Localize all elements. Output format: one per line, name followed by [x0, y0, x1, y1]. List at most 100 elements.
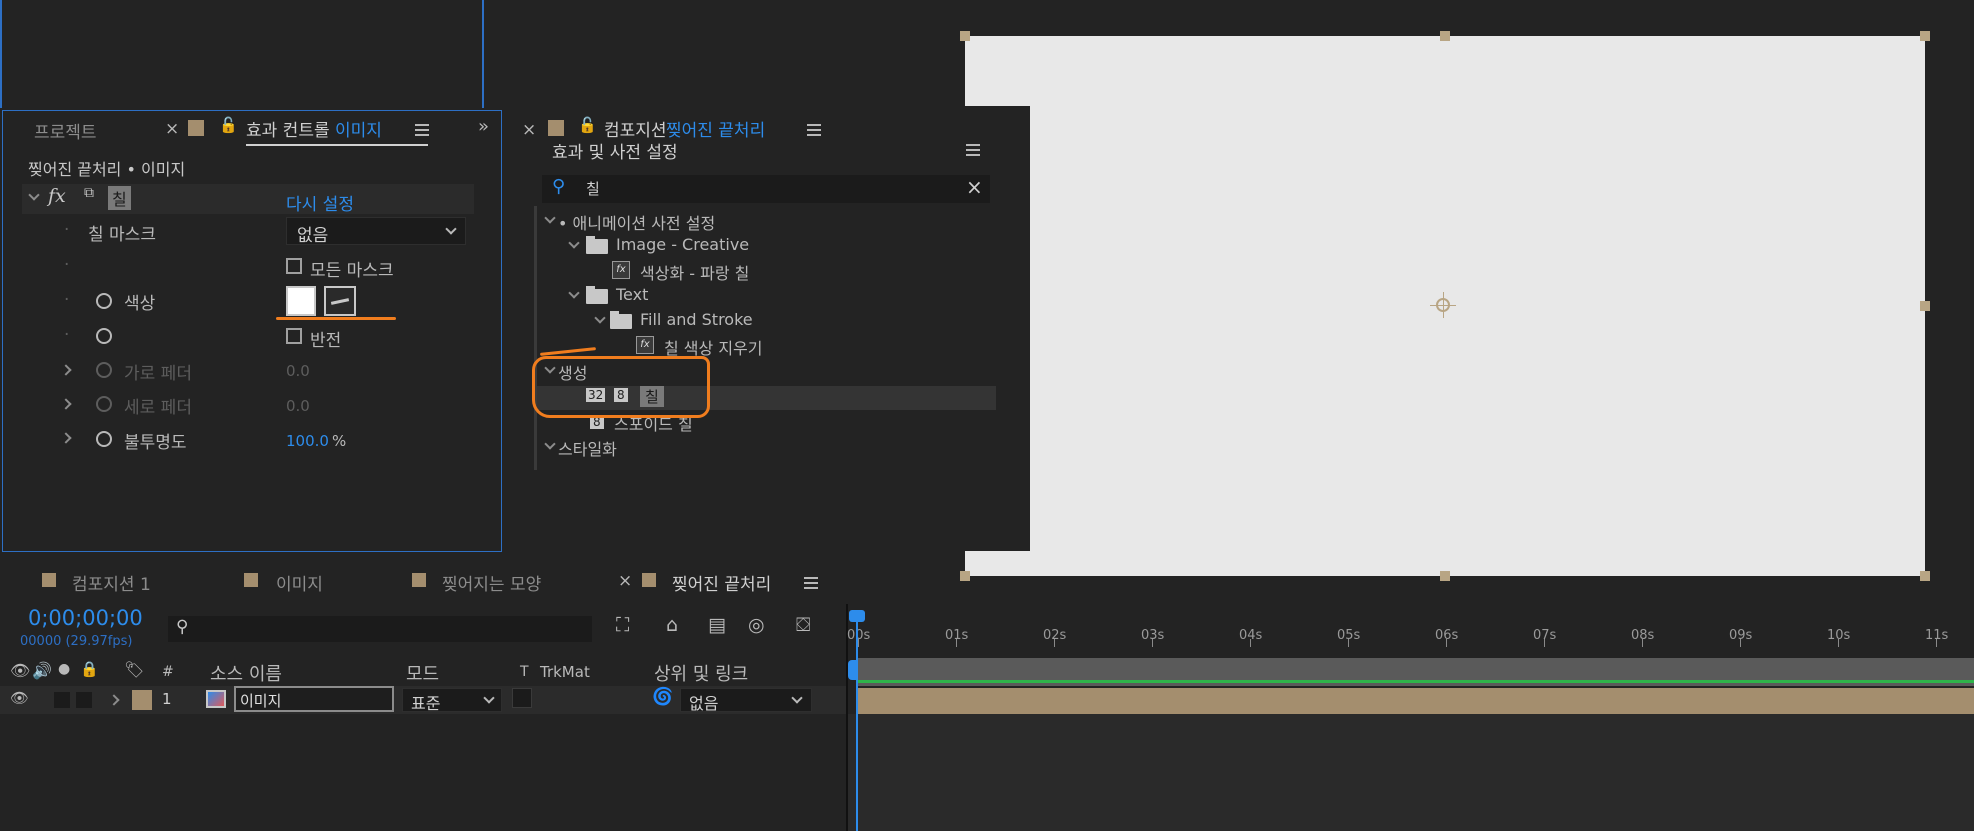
search-icon[interactable]: ⚲: [176, 617, 188, 637]
label-tag-icon[interactable]: 🏷: [124, 660, 144, 679]
work-area-start-handle[interactable]: [848, 660, 856, 680]
audio-toggle-box[interactable]: [54, 692, 70, 708]
expand-icon[interactable]: [544, 438, 556, 450]
timeline-empty-area[interactable]: [848, 714, 1974, 831]
audio-icon[interactable]: 🔊: [32, 661, 52, 680]
all-masks-checkbox[interactable]: [286, 258, 302, 274]
effects-scrollbar[interactable]: [534, 206, 537, 470]
tree-item-colorize-blue-fill[interactable]: 색상화 - 파랑 칠: [640, 260, 749, 284]
panel-expand-icon[interactable]: »: [478, 116, 489, 137]
effect-name: 칠: [108, 186, 131, 210]
time-ruler[interactable]: [856, 622, 1974, 658]
layer-duration-bar[interactable]: [856, 688, 1974, 714]
layer-search-input[interactable]: ⚲: [168, 616, 592, 642]
expand-icon[interactable]: [544, 212, 556, 224]
lock-icon[interactable]: 🔓: [578, 116, 597, 134]
tree-item-image-creative[interactable]: Image - Creative: [616, 235, 749, 254]
stopwatch-icon: [96, 362, 112, 378]
effects-menu-icon[interactable]: [966, 144, 980, 156]
comp-flowchart-icon[interactable]: ⛶: [616, 614, 629, 636]
row-bullet: ·: [64, 290, 70, 310]
eyedropper-icon[interactable]: [324, 286, 356, 316]
layer-mode-value: 표준: [411, 694, 441, 713]
fill-mask-value: 없음: [297, 226, 329, 246]
transform-handle-bm[interactable]: [1440, 571, 1450, 581]
expand-icon[interactable]: [594, 312, 606, 324]
invert-checkbox[interactable]: [286, 328, 302, 344]
tree-item-stylize[interactable]: 스타일화: [558, 436, 617, 460]
fill-mask-dropdown[interactable]: 없음: [286, 217, 466, 246]
opacity-value[interactable]: 100.0: [286, 432, 329, 450]
layer-name-field[interactable]: 이미지: [234, 686, 394, 712]
timeline-menu-icon[interactable]: [804, 577, 818, 589]
row-bullet: ·: [64, 325, 70, 345]
close-icon[interactable]: ×: [618, 571, 632, 591]
frame-blending-icon[interactable]: ▤: [708, 614, 726, 636]
transform-handle-bl[interactable]: [960, 571, 970, 581]
reset-link[interactable]: 다시 설정: [286, 190, 354, 215]
transform-handle-mr[interactable]: [1920, 301, 1930, 311]
close-icon[interactable]: ×: [165, 119, 179, 139]
invert-label: 반전: [310, 331, 342, 351]
color-swatch[interactable]: [286, 286, 316, 316]
tab-project[interactable]: 프로젝트: [34, 118, 97, 143]
layer-label-color[interactable]: [132, 690, 152, 710]
expand-icon[interactable]: [568, 287, 580, 299]
tab-tearing-shape[interactable]: 찢어지는 모양: [442, 570, 541, 595]
lock-column-icon[interactable]: 🔒: [80, 660, 99, 678]
stopwatch-icon[interactable]: [96, 293, 112, 309]
pickwhip-icon[interactable]: 🌀: [652, 687, 673, 707]
search-value: 칠: [586, 180, 600, 198]
tab-composition-1[interactable]: 컴포지션 1: [72, 570, 151, 595]
tree-item-animation-presets[interactable]: • 애니메이션 사전 설정: [558, 210, 715, 234]
transform-handle-tm[interactable]: [1440, 31, 1450, 41]
effects-search-input[interactable]: ⚲ 칠 ×: [542, 175, 990, 203]
row-bullet: ·: [64, 255, 70, 275]
frame-info: 00000 (29.97fps): [20, 634, 133, 649]
fill-mask-label: 칠 마스크: [88, 225, 156, 245]
parent-dropdown[interactable]: 없음: [680, 688, 812, 713]
solo-icon[interactable]: ●: [58, 661, 70, 677]
draft-3d-icon[interactable]: ⌂: [666, 614, 678, 636]
tab-composition-name: 찢어진 끝처리: [665, 121, 766, 141]
tree-item-text[interactable]: Text: [616, 285, 648, 304]
ruler-tick-label: 00s: [847, 628, 871, 643]
transform-handle-tr[interactable]: [1920, 31, 1930, 41]
tab-torn-edge[interactable]: 찢어진 끝처리: [672, 570, 771, 595]
current-timecode[interactable]: 0;00;00;00: [28, 606, 143, 630]
transform-handle-br[interactable]: [1920, 571, 1930, 581]
column-mode[interactable]: 모드: [406, 660, 439, 686]
anchor-point-cross-v: [1443, 292, 1444, 318]
transform-handle-tl[interactable]: [960, 31, 970, 41]
tab-image[interactable]: 이미지: [276, 570, 323, 595]
panel-menu-icon[interactable]: [415, 124, 429, 136]
video-eye-icon[interactable]: 👁: [10, 661, 30, 680]
fx-toggle-icon[interactable]: fx: [48, 185, 66, 207]
clear-search-icon[interactable]: ×: [966, 175, 983, 199]
column-source-name[interactable]: 소스 이름: [210, 660, 282, 686]
stopwatch-icon[interactable]: [96, 328, 112, 344]
stopwatch-icon[interactable]: [96, 431, 112, 447]
motion-blur-icon[interactable]: ◎: [748, 614, 765, 636]
tab-effect-controls[interactable]: 효과 컨트롤 이미지: [246, 116, 382, 141]
layer-visibility-icon[interactable]: 👁: [10, 689, 29, 707]
chevron-down-icon: [445, 223, 457, 235]
close-icon[interactable]: ×: [522, 120, 536, 140]
comp-panel-menu-icon[interactable]: [807, 124, 821, 136]
lock-toggle-box[interactable]: [76, 692, 92, 708]
column-t: T: [520, 664, 529, 680]
graph-editor-icon[interactable]: ⛋: [796, 614, 810, 636]
column-trkmat[interactable]: TrkMat: [540, 663, 590, 681]
lock-icon[interactable]: 🔓: [219, 116, 238, 134]
ruler-tick-label: 02s: [1043, 628, 1067, 643]
color-label: 색상: [124, 294, 156, 314]
playhead-line[interactable]: [856, 620, 858, 831]
trkmat-box[interactable]: [512, 688, 532, 708]
layer-mode-dropdown[interactable]: 표준: [402, 688, 502, 713]
column-parent-link[interactable]: 상위 및 링크: [654, 660, 748, 686]
ruler-tick-label: 07s: [1533, 628, 1557, 643]
tree-item-fill-and-stroke[interactable]: Fill and Stroke: [640, 310, 753, 329]
search-icon[interactable]: ⚲: [552, 176, 565, 197]
v-feather-value: 0.0: [286, 397, 310, 415]
expand-icon[interactable]: [568, 237, 580, 249]
